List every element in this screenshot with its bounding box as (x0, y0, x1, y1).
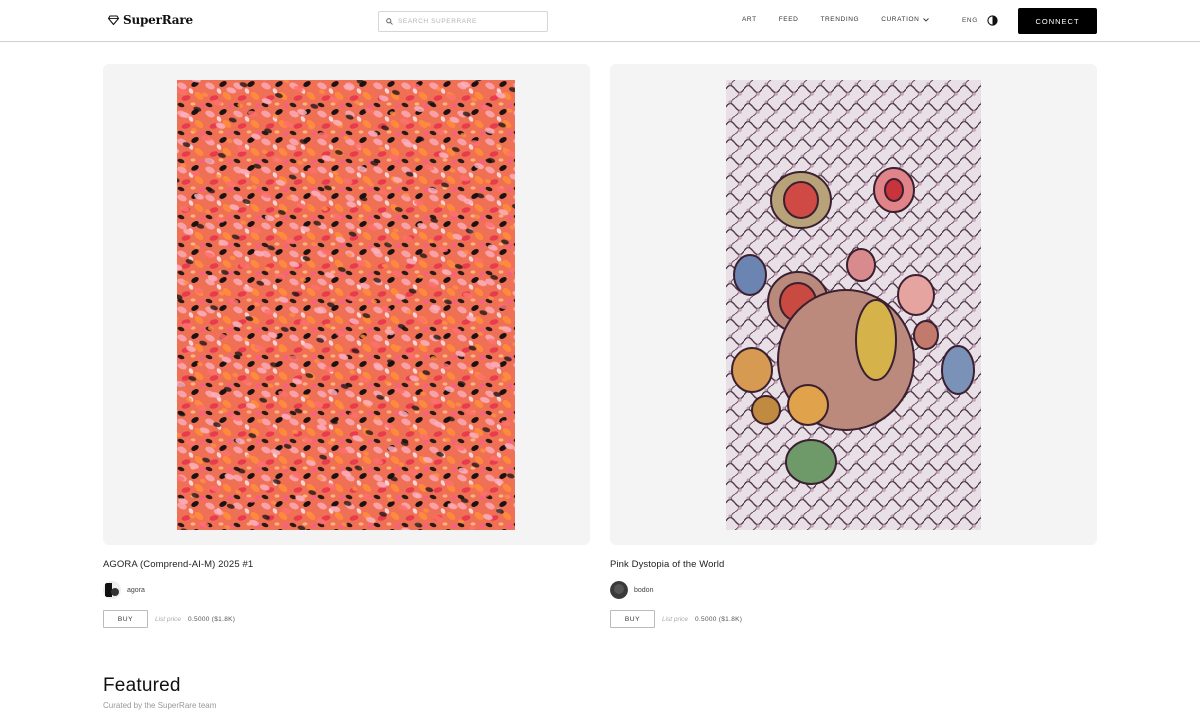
artwork-title[interactable]: AGORA (Comprend-AI-M) 2025 #1 (103, 559, 253, 570)
avatar (103, 581, 121, 599)
nav-link-trending[interactable]: TRENDING (820, 16, 859, 23)
artwork-frame[interactable] (610, 64, 1097, 545)
search-input[interactable] (398, 18, 538, 25)
buy-button[interactable]: BUY (103, 610, 148, 628)
chevron-down-icon (923, 17, 930, 22)
diamond-icon (108, 15, 119, 25)
search-box[interactable] (378, 11, 548, 32)
nav-link-art[interactable]: ART (742, 16, 757, 23)
artwork-card: AGORA (Comprend-AI-M) 2025 #1 agora BUY … (103, 64, 590, 628)
language-selector[interactable]: ENG (962, 17, 978, 24)
price-row: BUY List price 0.5000 ($1.8K) (610, 610, 742, 628)
brand-logo[interactable]: SuperRare (108, 13, 193, 27)
artist-name: bodon (634, 586, 654, 594)
artist-name: agora (127, 586, 145, 594)
price-row: BUY List price 0.5000 ($1.8K) (103, 610, 235, 628)
artist-info[interactable]: bodon (610, 581, 653, 599)
nav-link-curation-label: CURATION (881, 16, 920, 23)
price-label: List price (155, 615, 182, 623)
connect-wallet-button[interactable]: CONNECT (1018, 8, 1097, 34)
artwork-frame[interactable] (103, 64, 590, 545)
price-label: List price (662, 615, 689, 623)
artwork-card: Pink Dystopia of the World bodon BUY Lis… (610, 64, 1097, 628)
artist-info[interactable]: agora (103, 581, 145, 599)
nav-link-curation[interactable]: CURATION (881, 16, 930, 23)
brand-name: SuperRare (123, 13, 193, 27)
avatar (610, 581, 628, 599)
nav-link-feed[interactable]: FEED (779, 16, 799, 23)
buy-button[interactable]: BUY (610, 610, 655, 628)
price-value: 0.5000 ($1.8K) (188, 615, 236, 623)
artwork-image[interactable] (177, 80, 515, 530)
price-value: 0.5000 ($1.8K) (695, 615, 743, 623)
featured-section-title: Featured (103, 675, 181, 696)
theme-toggle-icon[interactable] (987, 15, 998, 26)
nav-links: ART FEED TRENDING CURATION (742, 16, 955, 23)
artwork-image[interactable] (726, 80, 981, 530)
top-navigation-bar: SuperRare ART FEED TRENDING CURATION ENG… (0, 0, 1200, 42)
search-icon (386, 18, 393, 25)
featured-section-subtitle: Curated by the SuperRare team (103, 701, 217, 710)
artwork-title[interactable]: Pink Dystopia of the World (610, 559, 724, 570)
